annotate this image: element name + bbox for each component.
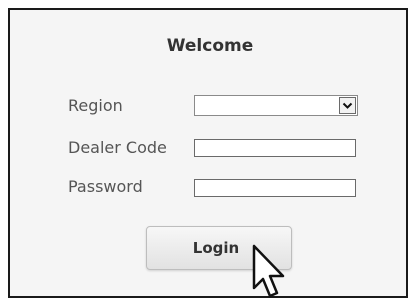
password-field[interactable] xyxy=(194,179,356,197)
dealer-code-label: Dealer Code xyxy=(68,138,167,157)
region-select[interactable] xyxy=(194,95,358,116)
dealer-code-field[interactable] xyxy=(194,139,356,157)
mouse-pointer-icon xyxy=(252,244,285,298)
password-label: Password xyxy=(68,177,143,196)
page-title: Welcome xyxy=(166,36,254,56)
region-label: Region xyxy=(68,96,123,115)
chevron-down-icon[interactable] xyxy=(339,97,356,114)
